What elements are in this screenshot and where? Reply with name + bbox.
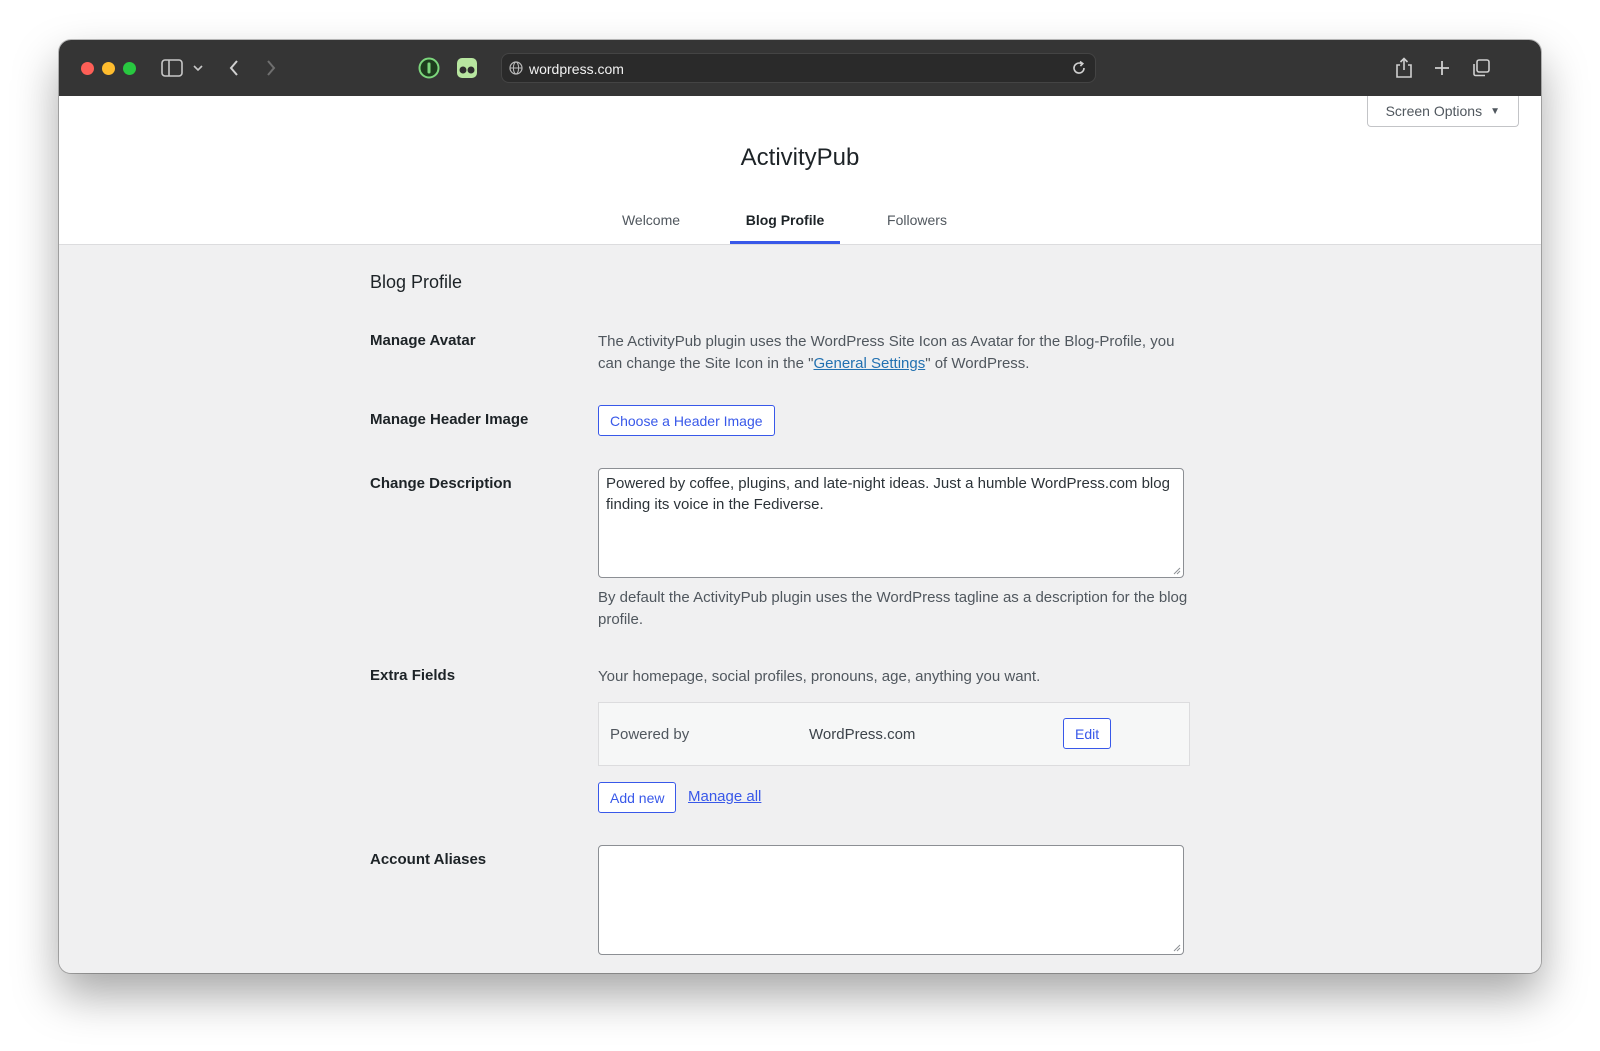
browser-window: wordpress.com Screen Options ▼ ActivityP… [59, 40, 1541, 973]
extra-field-value: WordPress.com [809, 726, 916, 743]
tab-blog-profile[interactable]: Blog Profile [730, 199, 840, 244]
manage-all-link[interactable]: Manage all [688, 788, 761, 805]
resize-handle-icon[interactable] [1173, 567, 1181, 575]
globe-icon [509, 61, 523, 80]
manage-avatar-label: Manage Avatar [370, 332, 476, 349]
extra-fields-help: Your homepage, social profiles, pronouns… [598, 668, 1041, 685]
description-value: Powered by coffee, plugins, and late-nig… [606, 475, 1170, 513]
add-new-button[interactable]: Add new [598, 782, 677, 813]
avatar-text-after: " of WordPress. [925, 355, 1030, 372]
chevron-down-icon[interactable] [191, 56, 205, 80]
reload-icon[interactable] [1071, 60, 1087, 81]
edit-field-button[interactable]: Edit [1063, 718, 1112, 749]
extra-fields-label: Extra Fields [370, 667, 456, 684]
minimize-window-button[interactable] [102, 62, 115, 75]
forward-icon[interactable] [261, 56, 281, 80]
tabs: Welcome Blog Profile Followers [59, 199, 1541, 244]
extra-field-row: Powered by WordPress.com Edit [598, 702, 1190, 766]
zoom-window-button[interactable] [123, 62, 136, 75]
back-icon[interactable] [224, 56, 244, 80]
password-manager-icon[interactable] [417, 56, 441, 80]
tab-welcome[interactable]: Welcome [609, 199, 693, 244]
tab-followers[interactable]: Followers [873, 199, 961, 244]
extension-icon[interactable] [455, 56, 479, 80]
manage-header-image-label: Manage Header Image [370, 411, 529, 428]
page-content: Screen Options ▼ ActivityPub Welcome Blo… [59, 96, 1541, 973]
general-settings-link[interactable]: General Settings [813, 355, 925, 372]
browser-toolbar: wordpress.com [59, 40, 1541, 96]
tab-overview-icon[interactable] [1469, 56, 1493, 80]
account-aliases-label: Account Aliases [370, 851, 487, 868]
description-textarea[interactable]: Powered by coffee, plugins, and late-nig… [598, 468, 1184, 578]
new-tab-icon[interactable] [1430, 56, 1454, 80]
screen-options-label: Screen Options [1385, 103, 1483, 119]
url-text: wordpress.com [529, 61, 624, 77]
resize-handle-icon[interactable] [1173, 944, 1181, 952]
screen-options-button[interactable]: Screen Options ▼ [1366, 96, 1519, 127]
page-title: ActivityPub [740, 144, 860, 171]
change-description-label: Change Description [370, 475, 512, 492]
address-bar[interactable]: wordpress.com [501, 53, 1096, 83]
share-icon[interactable] [1392, 56, 1416, 80]
extra-field-name: Powered by [610, 726, 690, 743]
choose-header-image-button[interactable]: Choose a Header Image [598, 405, 775, 436]
account-aliases-textarea[interactable] [598, 845, 1184, 955]
description-help: By default the ActivityPub plugin uses t… [598, 589, 1188, 628]
close-window-button[interactable] [81, 62, 94, 75]
manage-avatar-description: The ActivityPub plugin uses the WordPres… [598, 331, 1188, 375]
caret-down-icon: ▼ [1490, 105, 1500, 117]
section-title: Blog Profile [370, 272, 463, 292]
sidebar-icon[interactable] [159, 56, 185, 80]
settings-header: Screen Options ▼ ActivityPub Welcome Blo… [59, 96, 1541, 245]
